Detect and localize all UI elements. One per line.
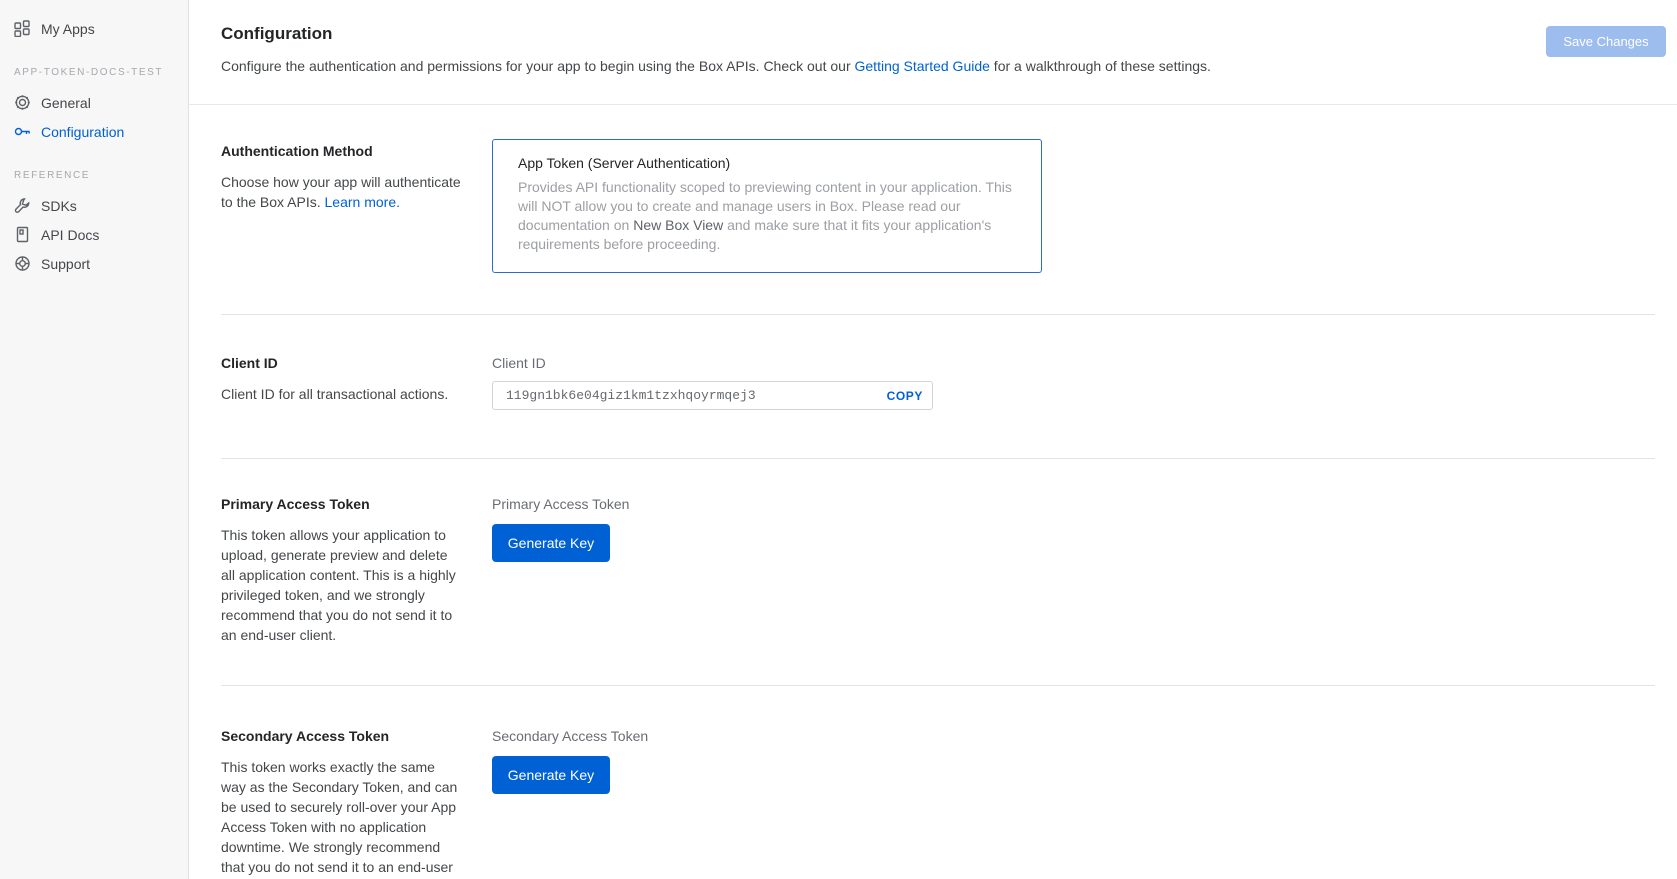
sidebar-item-general[interactable]: General — [14, 88, 188, 117]
content: Authentication Method Choose how your ap… — [189, 105, 1677, 879]
sidebar-reference-label: REFERENCE — [14, 170, 188, 181]
secondary-token-description: This token works exactly the same way as… — [221, 757, 461, 879]
sidebar-item-support[interactable]: Support — [14, 249, 188, 278]
client-id-description: Client ID for all transactional actions. — [221, 384, 461, 404]
client-id-label: Client ID — [221, 355, 461, 371]
sidebar-item-api-docs[interactable]: API Docs — [14, 220, 188, 249]
learn-more-link[interactable]: Learn more. — [325, 194, 400, 210]
sidebar-item-label: My Apps — [41, 21, 95, 37]
sidebar-item-sdks[interactable]: SDKs — [14, 191, 188, 220]
document-icon — [14, 226, 31, 243]
app-token-option-card[interactable]: App Token (Server Authentication) Provid… — [492, 139, 1042, 273]
primary-token-description: This token allows your application to up… — [221, 525, 461, 645]
client-id-field-label: Client ID — [492, 355, 1655, 371]
generate-secondary-key-button[interactable]: Generate Key — [492, 756, 610, 794]
grid-icon — [14, 20, 31, 37]
primary-token-label: Primary Access Token — [221, 496, 461, 512]
page-header: Configuration Configure the authenticati… — [189, 0, 1677, 105]
sidebar-item-label: SDKs — [41, 198, 77, 214]
sidebar-item-my-apps[interactable]: My Apps — [14, 14, 188, 43]
client-id-input[interactable] — [492, 381, 933, 410]
secondary-token-label: Secondary Access Token — [221, 728, 461, 744]
app-token-option-description: Provides API functionality scoped to pre… — [518, 178, 1016, 254]
primary-token-field-label: Primary Access Token — [492, 496, 1655, 512]
section-authentication-method: Authentication Method Choose how your ap… — [221, 105, 1655, 315]
key-icon — [14, 123, 31, 140]
secondary-token-field-label: Secondary Access Token — [492, 728, 1655, 744]
save-changes-button[interactable]: Save Changes — [1546, 26, 1666, 57]
section-secondary-access-token: Secondary Access Token This token works … — [221, 686, 1655, 879]
auth-method-label: Authentication Method — [221, 143, 461, 159]
wrench-icon — [14, 197, 31, 214]
section-client-id: Client ID Client ID for all transactiona… — [221, 315, 1655, 459]
page-subtitle: Configure the authentication and permiss… — [221, 58, 1655, 74]
gear-icon — [14, 94, 31, 111]
auth-method-description: Choose how your app will authenticate to… — [221, 172, 461, 212]
page-title: Configuration — [221, 24, 1655, 44]
sidebar-item-label: Support — [41, 256, 90, 272]
sidebar: My Apps APP-TOKEN-DOCS-TEST General Conf… — [0, 0, 189, 879]
main-panel: Configuration Configure the authenticati… — [189, 0, 1677, 879]
generate-primary-key-button[interactable]: Generate Key — [492, 524, 610, 562]
getting-started-guide-link[interactable]: Getting Started Guide — [855, 58, 990, 74]
sidebar-item-label: Configuration — [41, 124, 124, 140]
new-box-view-text: New Box View — [633, 217, 723, 233]
sidebar-item-label: General — [41, 95, 91, 111]
client-id-field: COPY — [492, 381, 933, 410]
sidebar-item-label: API Docs — [41, 227, 99, 243]
app-token-option-title: App Token (Server Authentication) — [518, 155, 1016, 171]
lifebuoy-icon — [14, 255, 31, 272]
section-primary-access-token: Primary Access Token This token allows y… — [221, 459, 1655, 686]
sidebar-item-configuration[interactable]: Configuration — [14, 117, 188, 146]
copy-button[interactable]: COPY — [887, 389, 923, 403]
sidebar-app-section-label: APP-TOKEN-DOCS-TEST — [14, 67, 188, 78]
